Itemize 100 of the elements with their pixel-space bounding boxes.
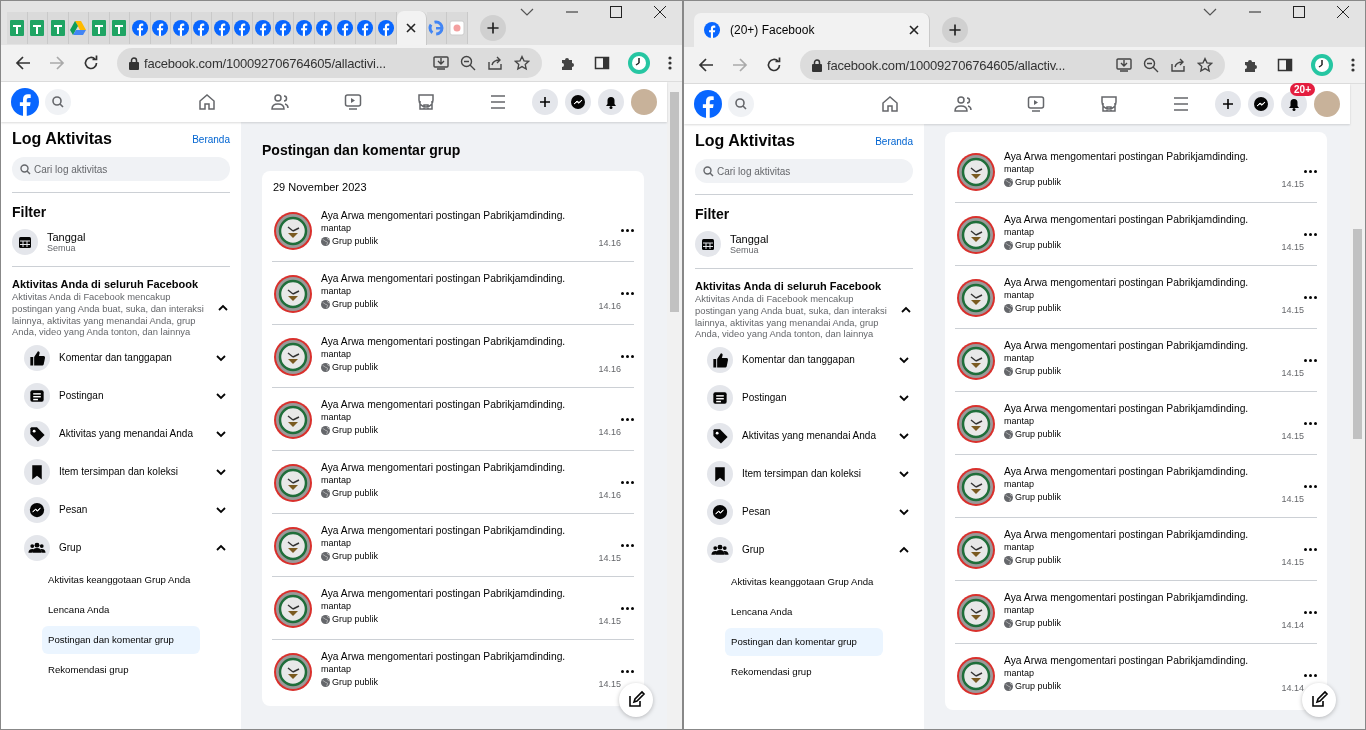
more-options-icon[interactable] [621,417,634,421]
activity-row[interactable]: Aya Arwa mengomentari postingan Pabrikjamdinding. mantap Grup publik 14.15 [272,585,621,631]
category-item[interactable]: Item tersimpan dan koleksi [695,455,913,492]
browser-tab[interactable] [335,12,356,44]
more-options-icon[interactable] [1304,232,1317,236]
subcategory-item[interactable]: Aktivitas keanggotaan Grup Anda [42,566,200,594]
profile-icon[interactable] [1311,54,1333,76]
category-item[interactable]: Komentar dan tanggapan [12,339,230,376]
close-icon[interactable] [1337,6,1349,18]
facebook-logo[interactable] [11,88,39,116]
subcategory-item[interactable]: Postingan dan komentar grup [42,626,200,654]
home-icon[interactable] [197,93,216,111]
chevron-down-icon[interactable] [520,7,534,17]
plus-icon[interactable] [532,89,558,115]
category-item[interactable]: Grup [695,531,913,568]
activity-row[interactable]: Aya Arwa mengomentari postingan Pabrikjamdinding. mantap Grup publik 14.16 [272,459,621,505]
category-item[interactable]: Aktivitas yang menandai Anda [12,415,230,452]
activity-row[interactable]: Aya Arwa mengomentari postingan Pabrikjamdinding. mantap Grup publik 14.16 [272,396,621,442]
search-field[interactable]: Cari log aktivitas [695,159,913,183]
subcategory-item[interactable]: Rekomendasi grup [42,656,200,684]
bell-icon[interactable] [598,89,624,115]
browser-tab[interactable] [27,12,48,44]
friends-icon[interactable] [270,93,289,111]
subcategory-item[interactable]: Lencana Anda [42,596,200,624]
facebook-logo[interactable] [694,90,722,118]
browser-tab[interactable] [130,12,151,44]
browser-tab[interactable] [109,12,130,44]
new-tab-icon[interactable] [479,15,506,41]
browser-tab[interactable] [376,12,397,44]
maximize-icon[interactable] [1293,6,1305,18]
plus-icon[interactable] [1215,91,1241,117]
browser-tab[interactable] [150,12,171,44]
category-item[interactable]: Grup [12,529,230,566]
activity-row[interactable]: Aya Arwa mengomentari postingan Pabrikjamdinding. mantap Grup publik 14.15 [955,274,1304,320]
category-item[interactable]: Komentar dan tanggapan [695,341,913,378]
subcategory-item[interactable]: Rekomendasi grup [725,658,883,686]
activity-row[interactable]: Aya Arwa mengomentari postingan Pabrikjamdinding. mantap Grup publik 14.15 [272,648,621,694]
search-icon[interactable] [728,91,754,117]
more-options-icon[interactable] [621,543,634,547]
close-icon[interactable] [406,23,416,33]
back-arrow-icon[interactable] [15,55,31,71]
more-options-icon[interactable] [621,669,634,673]
puzzle-icon[interactable] [560,55,576,71]
browser-tab[interactable] [273,12,294,44]
search-field[interactable]: Cari log aktivitas [12,157,230,181]
search-icon[interactable] [45,89,71,115]
more-options-icon[interactable] [1304,358,1317,362]
browser-tab[interactable] [68,12,89,44]
share-icon[interactable] [1170,57,1186,73]
store-icon[interactable] [416,93,435,111]
browser-tab[interactable] [7,12,28,44]
close-icon[interactable] [909,25,919,35]
date-filter[interactable]: Tanggal Semua [695,231,913,257]
activity-row[interactable]: Aya Arwa mengomentari postingan Pabrikjamdinding. mantap Grup publik 14.15 [955,337,1304,383]
browser-tab[interactable] [314,12,335,44]
browser-tab[interactable] [191,12,212,44]
browser-tab[interactable]: (20+) Facebook [694,13,930,47]
menu-icon[interactable] [489,95,506,109]
more-options-icon[interactable] [621,291,634,295]
more-options-icon[interactable] [621,354,634,358]
category-item[interactable]: Postingan [695,379,913,416]
browser-tab[interactable] [48,12,69,44]
install-icon[interactable] [433,55,449,71]
side-panel-icon[interactable] [594,55,610,71]
date-filter[interactable]: Tanggal Semua [12,229,230,255]
menu-icon[interactable] [1172,97,1189,111]
activity-row[interactable]: Aya Arwa mengomentari postingan Pabrikjamdinding. mantap Grup publik 14.16 [272,333,621,379]
more-options-icon[interactable] [1304,673,1317,677]
activity-row[interactable]: Aya Arwa mengomentari postingan Pabrikjamdinding. mantap Grup publik 14.15 [272,522,621,568]
install-icon[interactable] [1116,57,1132,73]
browser-tab[interactable] [355,12,376,44]
side-panel-icon[interactable] [1277,57,1293,73]
messenger-icon[interactable] [565,89,591,115]
scrollbar-thumb[interactable] [1353,229,1362,439]
more-options-icon[interactable] [1304,610,1317,614]
new-tab-icon[interactable] [942,17,968,43]
browser-tab[interactable] [89,12,110,44]
zoom-out-icon[interactable] [460,55,476,71]
category-item[interactable]: Item tersimpan dan koleksi [12,453,230,490]
activity-row[interactable]: Aya Arwa mengomentari postingan Pabrikjamdinding. mantap Grup publik 14.15 [955,526,1304,572]
back-arrow-icon[interactable] [698,57,714,73]
more-options-icon[interactable] [1304,295,1317,299]
compose-icon[interactable] [619,683,653,717]
star-icon[interactable] [1197,57,1213,73]
maximize-icon[interactable] [610,6,622,18]
more-options-icon[interactable] [1304,169,1317,173]
video-icon[interactable] [1026,95,1045,113]
subcategory-item[interactable]: Aktivitas keanggotaan Grup Anda [725,568,883,596]
browser-tab[interactable] [253,12,274,44]
more-options-icon[interactable] [1304,421,1317,425]
share-icon[interactable] [487,55,503,71]
home-link[interactable]: Beranda [875,135,913,147]
activity-row[interactable]: Aya Arwa mengomentari postingan Pabrikjamdinding. mantap Grup publik 14.15 [955,148,1304,194]
friends-icon[interactable] [953,95,972,113]
browser-tab[interactable] [171,12,192,44]
section-header[interactable] [12,278,230,338]
more-options-icon[interactable] [621,606,634,610]
activity-row[interactable]: Aya Arwa mengomentari postingan Pabrikjamdinding. mantap Grup publik 14.15 [955,463,1304,509]
more-options-icon[interactable] [621,480,634,484]
star-icon[interactable] [514,55,530,71]
